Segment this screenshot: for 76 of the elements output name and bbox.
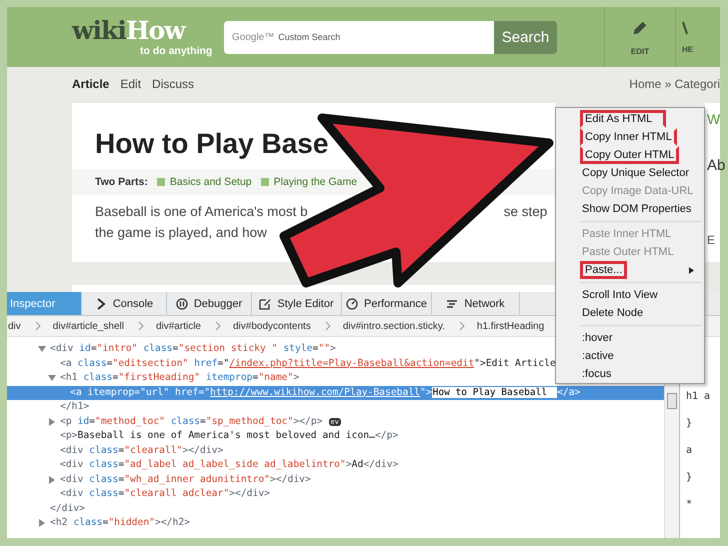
rule-text: h1 a (686, 391, 712, 402)
list-icon (446, 298, 458, 310)
devtools-tab[interactable]: Performance (342, 292, 432, 315)
menu-item[interactable]: :active (556, 347, 704, 365)
gauge-icon (346, 298, 358, 310)
chevron-icon (94, 298, 107, 310)
code-line[interactable]: <h2 class="hidden"></h2> (7, 516, 664, 530)
article-title: How to Play Base (95, 127, 330, 161)
menu-item[interactable]: Scroll Into View (556, 286, 704, 304)
menu-item[interactable]: Delete Node (556, 304, 704, 322)
action-label[interactable]: EDIT (630, 46, 650, 56)
breadcrumb-item[interactable]: div#bodycontents (232, 320, 311, 332)
slash-icon[interactable] (682, 20, 688, 34)
nav-tab[interactable]: Discuss (152, 76, 194, 90)
expand-icon[interactable] (48, 418, 56, 426)
logo[interactable]: wikiHow (72, 17, 185, 45)
devtools-tab[interactable]: Debugger (167, 292, 252, 315)
code-line[interactable]: <div class="clearall"></div> (7, 444, 664, 458)
parts-label: Two Parts: (95, 176, 148, 188)
intro-text: the game is played, and how (95, 224, 267, 242)
devtools-tab[interactable]: Network (432, 292, 520, 315)
search-field[interactable]: Google™ Custom Search (224, 20, 494, 54)
search-button[interactable]: Search (494, 20, 557, 54)
square-icon (156, 178, 165, 186)
breadcrumb[interactable]: Home » Categori (629, 76, 720, 90)
rule-text: * (686, 499, 694, 510)
edit-icon (259, 298, 272, 310)
menu-item[interactable]: :focus (556, 365, 704, 383)
collapse-icon[interactable] (48, 374, 56, 382)
action-label[interactable]: HE (682, 44, 694, 54)
rule-text: } (686, 472, 694, 483)
breadcrumb-item[interactable]: div#article_shell (52, 320, 124, 332)
separator-icon (138, 321, 144, 331)
square-icon (260, 178, 269, 186)
search-input[interactable]: Custom Search (278, 32, 428, 42)
menu-item[interactable]: Show DOM Properties (556, 200, 704, 218)
code-line: </h1> (59, 400, 90, 414)
sidebar-text: Ab (707, 157, 726, 174)
menu-item[interactable]: Paste... (556, 261, 704, 279)
menu-item[interactable]: :hover (556, 329, 704, 347)
expand-icon[interactable] (38, 519, 46, 527)
nav-tab[interactable]: Article (72, 76, 110, 90)
submenu-icon (689, 266, 694, 274)
breadcrumb-item[interactable]: div#article (156, 320, 201, 332)
breadcrumb-item[interactable]: h1.firstHeading (476, 320, 544, 332)
pencil-icon[interactable] (631, 18, 649, 36)
code-line[interactable]: <p>Baseball is one of America's most beloved and icon…</p> (7, 429, 664, 444)
code-line[interactable]: <div class="ad_label ad_label_side ad_labelintro">Ad</div> (7, 458, 664, 472)
collapse-icon[interactable] (38, 345, 46, 353)
tagline: to do anything (140, 45, 212, 57)
breadcrumb-item[interactable]: div#intro.section.sticky. (342, 320, 445, 332)
intro-text: se step (504, 203, 548, 221)
devtools-tab[interactable]: Style Editor (252, 292, 342, 315)
intro-text: Baseball is one of America's most b (95, 203, 308, 221)
code-line[interactable]: <div class="wh_ad_inner adunitintro"></div> (7, 472, 664, 487)
part-link[interactable]: Playing the Game (274, 176, 358, 188)
separator-icon (458, 321, 465, 331)
devtools-tab[interactable]: Console (82, 292, 167, 315)
menu-item[interactable]: Copy Inner HTML (556, 128, 704, 146)
code-line: </div> (49, 502, 86, 516)
edit-field[interactable]: How to Play Baseball (432, 386, 558, 398)
sidebar-text: E (707, 233, 716, 247)
separator-icon (34, 321, 41, 331)
rule-text: } (686, 418, 694, 429)
part-link[interactable]: Basics and Setup (170, 176, 252, 188)
sidebar-text: W (707, 111, 720, 127)
separator-icon (214, 321, 221, 331)
nav-tab[interactable]: Edit (120, 76, 142, 90)
expand-icon[interactable] (48, 476, 56, 484)
search-brand: Google™ (232, 32, 274, 42)
separator-icon (324, 321, 331, 331)
breadcrumb-item[interactable]: div (8, 320, 21, 332)
menu-item[interactable]: Copy Unique Selector (556, 164, 704, 182)
rule-text: a (686, 445, 694, 456)
pause-icon (176, 298, 188, 310)
code-line[interactable]: <div class="clearall adclear"></div> (7, 487, 664, 502)
